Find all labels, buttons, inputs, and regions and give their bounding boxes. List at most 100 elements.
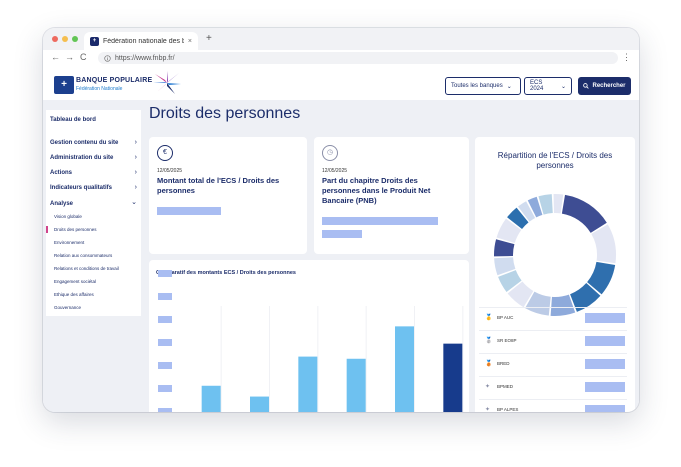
y-tick-label	[158, 362, 172, 369]
donut-slice	[591, 224, 616, 264]
divider	[479, 307, 627, 308]
chevron-down-icon: ⌄	[506, 83, 512, 90]
chevron-down-icon: ⌄	[131, 199, 137, 206]
sidebar-item-actions[interactable]: Actions	[50, 170, 72, 176]
legend-value-bar	[585, 336, 625, 346]
chevron-right-icon: ›	[134, 169, 137, 176]
divider	[479, 330, 627, 331]
back-button[interactable]: ←	[51, 52, 60, 62]
chevron-right-icon: ›	[134, 154, 137, 161]
kpi-card-total: € 12/05/2025 Montant total de l'ECS / Dr…	[149, 137, 307, 254]
tab-title: Fédération nationale des banq	[103, 37, 184, 45]
euro-icon: €	[157, 145, 173, 161]
chevron-right-icon: ›	[134, 184, 137, 191]
window-controls	[52, 36, 78, 42]
legend-row: 🥇 BP AUC	[485, 312, 625, 324]
search-button[interactable]: Rechercher	[578, 77, 631, 95]
kpi-date: 12/05/2025	[322, 168, 348, 174]
sidebar-item-indicators[interactable]: Indicateurs qualitatifs	[50, 185, 112, 191]
ecs-select-label: ECS 2024	[530, 80, 544, 92]
bar	[298, 356, 318, 412]
new-tab-button[interactable]: +	[206, 33, 212, 44]
search-icon	[583, 83, 590, 89]
gold-medal-icon: 🥇	[485, 315, 493, 321]
sidebar: Tableau de bord Gestion contenu du site …	[46, 110, 141, 316]
legend-label: SR EO8P	[497, 338, 517, 343]
legend-row: ✦ BPMED	[485, 381, 625, 393]
logo-name: BANQUE POPULAIRE	[76, 77, 153, 84]
close-window-button[interactable]	[52, 36, 58, 42]
legend-label: BP ALPES	[497, 407, 519, 412]
chevron-down-icon: ⌄	[560, 83, 566, 90]
donut-slice	[561, 194, 607, 233]
bronze-medal-icon: 🥉	[485, 361, 493, 367]
kpi-value-bar	[322, 230, 362, 238]
kpi-value-bar	[157, 207, 221, 215]
donut-slice	[553, 194, 564, 214]
favicon-icon: +	[90, 36, 99, 46]
browser-menu-icon[interactable]: ⋮	[622, 52, 631, 63]
sidebar-sub-gouvernance[interactable]: Gouvernance	[54, 305, 81, 310]
site-header: + BANQUE POPULAIRE Fédération Nationale …	[43, 66, 639, 100]
tab-close-icon[interactable]: ×	[188, 38, 192, 45]
donut-chart-card: Répartition de l'ECS / Droits des person…	[475, 137, 635, 412]
donut-chart-title: Répartition de l'ECS / Droits des person…	[497, 151, 613, 170]
star-icon: ✦	[485, 384, 491, 390]
sidebar-sub-relations-travail[interactable]: Relations et conditions de travail	[54, 266, 119, 271]
sidebar-sub-vision-globale[interactable]: Vision globale	[54, 214, 82, 219]
divider	[479, 376, 627, 377]
bar-chart	[158, 270, 464, 412]
sidebar-sub-engagement-societal[interactable]: Engagement sociétal	[54, 279, 96, 284]
legend-value-bar	[585, 359, 625, 369]
bar	[201, 385, 221, 412]
logo-icon[interactable]: +	[54, 76, 74, 94]
main-content: Tableau de bord Gestion contenu du site …	[43, 100, 639, 412]
clock-icon: ◷	[322, 145, 338, 161]
legend-row: ✦ BP ALPES	[485, 404, 625, 412]
bar	[250, 396, 269, 412]
legend-value-bar	[585, 313, 625, 323]
star-icon: ✦	[485, 407, 491, 412]
reload-button[interactable]: C	[80, 52, 87, 62]
banks-select-label: Toutes les banques	[451, 83, 503, 89]
divider	[479, 399, 627, 400]
browser-window: + Fédération nationale des banq × + ← → …	[43, 28, 639, 412]
legend-value-bar	[585, 382, 625, 392]
banks-select[interactable]: Toutes les banques ⌄	[445, 77, 521, 95]
maximize-window-button[interactable]	[72, 36, 78, 42]
address-bar: ← → C https://www.fnbp.fr/ ⋮	[43, 50, 639, 67]
divider	[479, 353, 627, 354]
sidebar-sub-relation-consommateurs[interactable]: Relation aux consommateurs	[54, 253, 112, 258]
legend-label: BPMED	[497, 384, 514, 389]
donut-chart	[494, 194, 616, 316]
sidebar-sub-environnement[interactable]: Environnement	[54, 240, 84, 245]
kpi-date: 12/05/2025	[157, 168, 183, 174]
sidebar-sub-droits-personnes[interactable]: Droits des personnes	[54, 227, 97, 232]
forward-button[interactable]: →	[65, 52, 74, 62]
url-field[interactable]: https://www.fnbp.fr/	[98, 52, 618, 64]
ecs-year-select[interactable]: ECS 2024 ⌄	[524, 77, 572, 95]
silver-medal-icon: 🥈	[485, 338, 493, 344]
y-tick-label	[158, 293, 172, 300]
legend-label: BP AUC	[497, 315, 514, 320]
minimize-window-button[interactable]	[62, 36, 68, 42]
info-icon	[104, 54, 111, 62]
url-text: https://www.fnbp.fr/	[115, 54, 175, 62]
y-tick-label	[158, 385, 172, 392]
browser-tab[interactable]: + Fédération nationale des banq ×	[84, 32, 198, 50]
bar	[395, 326, 414, 412]
sidebar-item-dashboard[interactable]: Tableau de bord	[50, 117, 96, 123]
page-title: Droits des personnes	[149, 105, 301, 122]
legend-row: 🥉 BRED	[485, 358, 625, 370]
y-tick-label	[158, 270, 172, 277]
bar-chart-card: Comparatif des montants ECS / Droits des…	[149, 260, 469, 412]
sidebar-item-content[interactable]: Gestion contenu du site	[50, 140, 118, 146]
bar	[346, 358, 366, 412]
legend-row: 🥈 SR EO8P	[485, 335, 625, 347]
kpi-value-bar	[322, 217, 438, 225]
sidebar-item-analyse[interactable]: Analyse	[50, 201, 73, 207]
legend-value-bar	[585, 405, 625, 412]
sidebar-item-admin[interactable]: Administration du site	[50, 155, 113, 161]
sidebar-sub-ethique-affaires[interactable]: Ethique des affaires	[54, 292, 94, 297]
y-tick-label	[158, 408, 172, 412]
